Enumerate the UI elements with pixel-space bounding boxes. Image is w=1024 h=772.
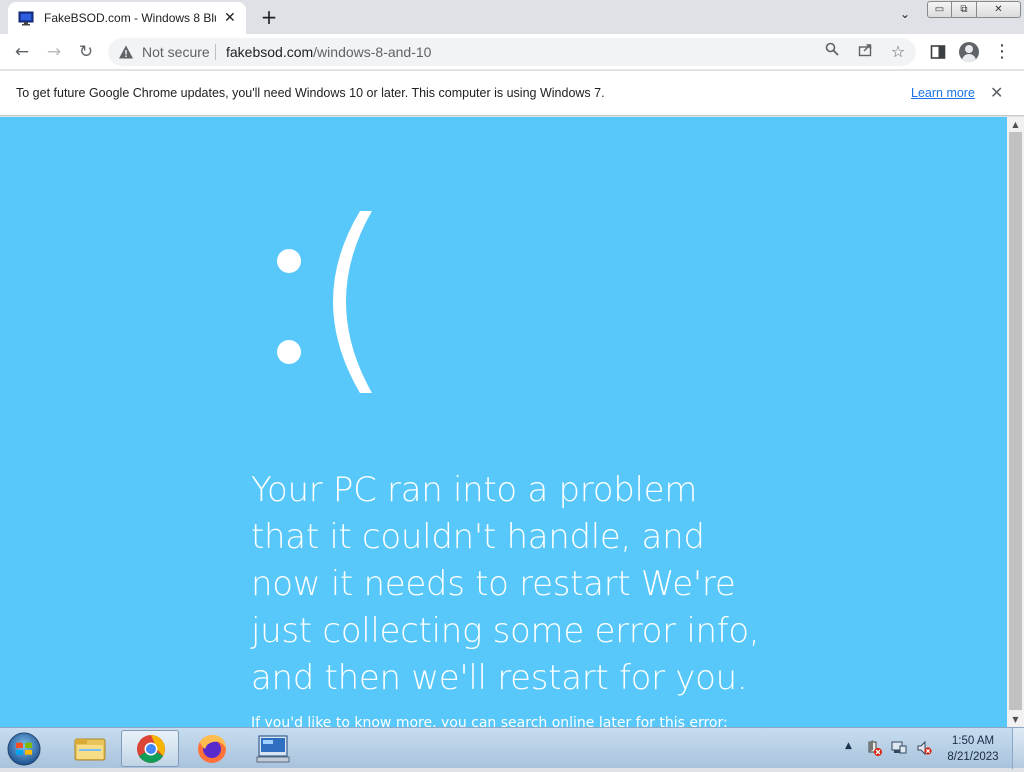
tray-expand-arrow-icon[interactable]: ▲ bbox=[845, 741, 852, 751]
taskbar-chrome[interactable] bbox=[121, 730, 179, 767]
forward-icon[interactable]: → bbox=[42, 40, 66, 64]
sad-face-upper-dot bbox=[277, 249, 301, 273]
share-icon[interactable] bbox=[855, 42, 875, 62]
action-center-icon[interactable] bbox=[866, 740, 882, 756]
kebab-menu-icon[interactable]: ⋮ bbox=[990, 40, 1014, 64]
scrollbar-thumb[interactable] bbox=[1009, 132, 1022, 710]
clock-date: 8/21/2023 bbox=[947, 751, 999, 763]
clock-time: 1:50 AM bbox=[951, 735, 995, 747]
bsod-main-message: Your PC ran into a problem that it could… bbox=[251, 470, 760, 698]
windows-taskbar: ▲ 1:50 AM 8/21/2023 bbox=[0, 727, 1024, 769]
tab-strip: FakeBSOD.com - Windows 8 Blue ✕ + ⌄ ▭ ⧉ … bbox=[0, 0, 1024, 34]
scroll-up-arrow-icon[interactable]: ▲ bbox=[1007, 117, 1024, 132]
url-path: /windows-8-and-10 bbox=[313, 44, 432, 60]
bookmark-star-icon[interactable]: ☆ bbox=[888, 42, 908, 62]
window-controls: ▭ ⧉ ✕ bbox=[927, 1, 1021, 18]
profile-avatar-icon[interactable] bbox=[959, 42, 979, 62]
page-scrollbar[interactable]: ▲ ▼ bbox=[1007, 117, 1024, 727]
infobar-message: To get future Google Chrome updates, you… bbox=[16, 86, 605, 100]
bsod-page: Your PC ran into a problem that it could… bbox=[0, 117, 1007, 727]
zoom-icon[interactable] bbox=[822, 42, 842, 62]
system-clock[interactable]: 1:50 AM 8/21/2023 bbox=[942, 733, 1004, 765]
taskbar-explorer[interactable] bbox=[61, 730, 119, 767]
folder-icon bbox=[74, 738, 106, 761]
learn-more-link[interactable]: Learn more bbox=[911, 86, 975, 100]
new-tab-button[interactable]: + bbox=[258, 6, 280, 28]
security-status-label[interactable]: Not secure bbox=[142, 44, 210, 60]
firefox-icon bbox=[198, 734, 226, 763]
update-infobar: To get future Google Chrome updates, you… bbox=[0, 71, 1024, 116]
volume-muted-icon[interactable] bbox=[916, 740, 932, 756]
scroll-down-arrow-icon[interactable]: ▼ bbox=[1007, 712, 1024, 727]
side-panel-icon[interactable] bbox=[926, 40, 950, 64]
tab-active[interactable]: FakeBSOD.com - Windows 8 Blue ✕ bbox=[8, 2, 246, 34]
monitor-favicon-icon bbox=[18, 10, 34, 26]
sad-face-lower-dot bbox=[277, 340, 301, 364]
tab-search-icon[interactable]: ⌄ bbox=[894, 7, 916, 29]
remote-desktop-icon bbox=[256, 735, 290, 763]
restore-button[interactable]: ⧉ bbox=[952, 1, 977, 18]
minimize-button[interactable]: ▭ bbox=[927, 1, 952, 18]
bsod-sub-message: If you'd like to know more, you can sear… bbox=[251, 715, 728, 727]
url-text[interactable]: fakebsod.com/windows-8-and-10 bbox=[226, 44, 431, 60]
omnibox-divider bbox=[215, 44, 216, 60]
taskbar-firefox[interactable] bbox=[183, 730, 241, 767]
url-host: fakebsod.com bbox=[226, 44, 314, 60]
tab-close-icon[interactable]: ✕ bbox=[224, 10, 236, 26]
tab-title: FakeBSOD.com - Windows 8 Blue bbox=[44, 11, 216, 25]
show-desktop-button[interactable] bbox=[1012, 728, 1024, 769]
taskbar-remote-desktop[interactable] bbox=[244, 730, 302, 767]
back-icon[interactable]: ← bbox=[10, 40, 34, 64]
reload-icon[interactable]: ↻ bbox=[74, 40, 98, 64]
warning-icon[interactable] bbox=[118, 44, 134, 60]
start-button-icon[interactable] bbox=[4, 730, 44, 768]
browser-toolbar: ← → ↻ Not secure fakebsod.com/windows-8-… bbox=[0, 34, 1024, 70]
chrome-icon bbox=[137, 735, 165, 763]
infobar-close-icon[interactable]: ✕ bbox=[990, 83, 1003, 102]
sad-face-emoticon bbox=[277, 211, 372, 393]
sad-face-parenthesis bbox=[333, 211, 372, 393]
close-window-button[interactable]: ✕ bbox=[977, 1, 1021, 18]
network-icon[interactable] bbox=[891, 740, 907, 756]
address-bar[interactable]: Not secure fakebsod.com/windows-8-and-10… bbox=[108, 38, 916, 66]
